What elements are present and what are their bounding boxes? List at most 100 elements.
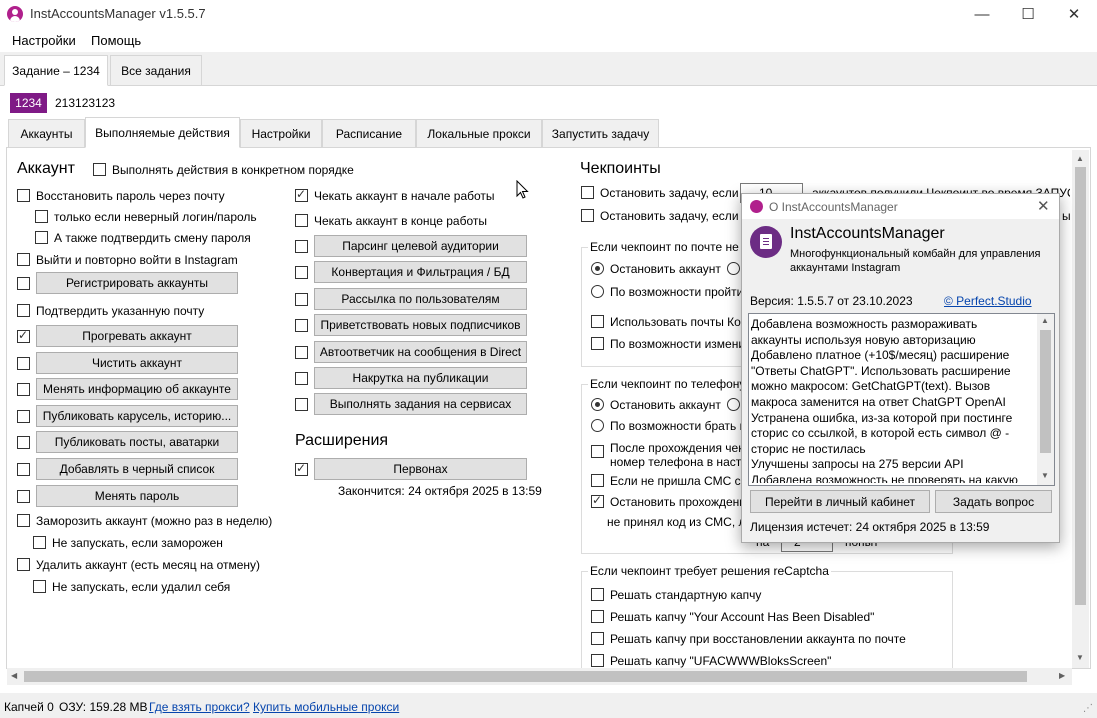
restore-password-checkbox[interactable] [17, 189, 30, 202]
no-start-frozen-checkbox[interactable] [33, 536, 46, 549]
pervonah-button[interactable]: Первонах [314, 458, 527, 480]
buy-proxy-link[interactable]: Купить мобильные прокси [253, 700, 399, 714]
register-checkbox[interactable] [17, 277, 30, 290]
resize-grip-icon[interactable]: ⋰ [1083, 703, 1093, 714]
cabinet-button[interactable]: Перейти в личный кабинет [750, 490, 930, 513]
notes-scrollbar[interactable]: ▲ ▼ [1037, 314, 1054, 485]
parse-button[interactable]: Парсинг целевой аудитории [314, 235, 527, 257]
autoreply-button[interactable]: Автоответчик на сообщения в Direct [314, 341, 527, 363]
change-pass-button[interactable]: Менять пароль [36, 485, 238, 507]
scroll-right-icon[interactable]: ▶ [1059, 671, 1065, 680]
ordered-checkbox[interactable] [93, 163, 106, 176]
warmup-checkbox[interactable] [17, 328, 30, 343]
tab-task[interactable]: Задание – 1234 [4, 55, 108, 86]
confirm-change-checkbox[interactable] [35, 231, 48, 244]
captcha-3-checkbox[interactable] [591, 632, 604, 645]
release-notes-box[interactable]: Добавлена возможность размораживать аккау… [748, 313, 1055, 486]
publish-posts-checkbox[interactable] [17, 436, 30, 449]
after-pass-checkbox[interactable] [591, 445, 604, 458]
vertical-scrollbar[interactable]: ▲ ▼ [1072, 150, 1089, 668]
no-start-deleted-checkbox[interactable] [33, 580, 46, 593]
change-pass-checkbox[interactable] [17, 490, 30, 503]
close-button[interactable]: ✕ [1051, 0, 1097, 28]
no-sms-checkbox[interactable] [591, 474, 604, 487]
change-if-possible-checkbox[interactable] [591, 337, 604, 350]
email-stop-radio[interactable] [591, 262, 604, 275]
minimize-button[interactable]: — [959, 0, 1005, 28]
captcha-4-checkbox[interactable] [591, 654, 604, 667]
stop-pass-label: Остановить прохождение [610, 495, 753, 509]
convert-button[interactable]: Конвертация и Фильтрация / БД [314, 261, 527, 283]
captcha-1-checkbox[interactable] [591, 588, 604, 601]
subtab-actions[interactable]: Выполняемые действия [85, 117, 240, 148]
scroll-up-icon[interactable]: ▲ [1076, 154, 1084, 163]
subtab-run-task[interactable]: Запустить задачу [542, 119, 659, 147]
ask-question-button[interactable]: Задать вопрос [935, 490, 1052, 513]
scroll-left-icon[interactable]: ◀ [11, 671, 17, 680]
blacklist-checkbox[interactable] [17, 463, 30, 476]
phone-stop-radio[interactable] [591, 398, 604, 411]
autoreply-checkbox[interactable] [295, 346, 308, 359]
freeze-checkbox[interactable] [17, 514, 30, 527]
subtab-local-proxies[interactable]: Локальные прокси [416, 119, 542, 147]
relogin-checkbox[interactable] [17, 253, 30, 266]
notes-scroll-up-icon[interactable]: ▲ [1041, 316, 1049, 325]
horizontal-scrollbar[interactable]: ◀ ▶ [7, 668, 1072, 685]
warmup-button[interactable]: Прогревать аккаунт [36, 325, 238, 347]
clean-button[interactable]: Чистить аккаунт [36, 352, 238, 374]
horizontal-scroll-thumb[interactable] [24, 671, 1027, 682]
dialog-description: Многофункциональный комбайн для управлен… [790, 248, 1041, 274]
services-checkbox[interactable] [295, 398, 308, 411]
register-button[interactable]: Регистрировать аккаунты [36, 272, 238, 294]
blacklist-button[interactable]: Добавлять в черный список [36, 458, 238, 480]
only-if-wrong-checkbox[interactable] [35, 210, 48, 223]
captcha-2-checkbox[interactable] [591, 610, 604, 623]
maximize-button[interactable]: ☐ [1005, 0, 1051, 28]
mailing-button[interactable]: Рассылка по пользователям [314, 288, 527, 310]
menu-help[interactable]: Помощь [91, 33, 141, 48]
greet-checkbox[interactable] [295, 319, 308, 332]
stop-task-2-checkbox[interactable] [581, 209, 594, 222]
check-start-checkbox[interactable] [295, 187, 308, 202]
stop-task-1-checkbox[interactable] [581, 186, 594, 199]
publish-carousel-button[interactable]: Публиковать карусель, историю... [36, 405, 238, 427]
convert-checkbox[interactable] [295, 266, 308, 279]
dialog-close-icon[interactable]: ✕ [1037, 197, 1050, 215]
boost-button[interactable]: Накрутка на публикации [314, 367, 527, 389]
pervonah-checkbox[interactable] [295, 461, 308, 476]
parse-checkbox[interactable] [295, 240, 308, 253]
notes-scroll-thumb[interactable] [1040, 330, 1051, 453]
subtab-settings[interactable]: Настройки [240, 119, 322, 147]
check-end-label: Чекать аккаунт в конце работы [314, 214, 488, 228]
where-proxy-link[interactable]: Где взять прокси? [149, 700, 250, 714]
menu-bar [0, 28, 1097, 52]
scroll-down-icon[interactable]: ▼ [1076, 653, 1084, 662]
greet-button[interactable]: Приветствовать новых подписчиков [314, 314, 527, 336]
check-end-checkbox[interactable] [295, 214, 308, 227]
publish-posts-button[interactable]: Публиковать посты, аватарки [36, 431, 238, 453]
notes-scroll-down-icon[interactable]: ▼ [1041, 471, 1049, 480]
boost-checkbox[interactable] [295, 372, 308, 385]
vertical-scroll-thumb[interactable] [1075, 167, 1086, 605]
mailing-checkbox[interactable] [295, 293, 308, 306]
change-info-checkbox[interactable] [17, 383, 30, 396]
delete-checkbox[interactable] [17, 558, 30, 571]
studio-link[interactable]: © Perfect.Studio [944, 294, 1032, 308]
release-note-line: Добавлена возможность не проверять на ка… [751, 472, 1018, 483]
tab-all-tasks[interactable]: Все задания [110, 55, 202, 85]
services-button[interactable]: Выполнять задания на сервисах [314, 393, 527, 415]
confirm-email-checkbox[interactable] [17, 304, 30, 317]
menu-settings[interactable]: Настройки [12, 33, 76, 48]
email-alt-radio[interactable] [727, 262, 740, 275]
use-emails-checkbox[interactable] [591, 315, 604, 328]
email-try-radio[interactable] [591, 285, 604, 298]
publish-carousel-checkbox[interactable] [17, 410, 30, 423]
clean-checkbox[interactable] [17, 357, 30, 370]
release-note-line: сторис не постилась [751, 441, 866, 456]
subtab-schedule[interactable]: Расписание [322, 119, 416, 147]
stop-pass-checkbox[interactable] [591, 493, 604, 508]
change-info-button[interactable]: Менять информацию об аккаунте [36, 378, 238, 400]
phone-alt-radio[interactable] [727, 398, 740, 411]
subtab-accounts[interactable]: Аккаунты [8, 119, 85, 147]
phone-take-radio[interactable] [591, 419, 604, 432]
